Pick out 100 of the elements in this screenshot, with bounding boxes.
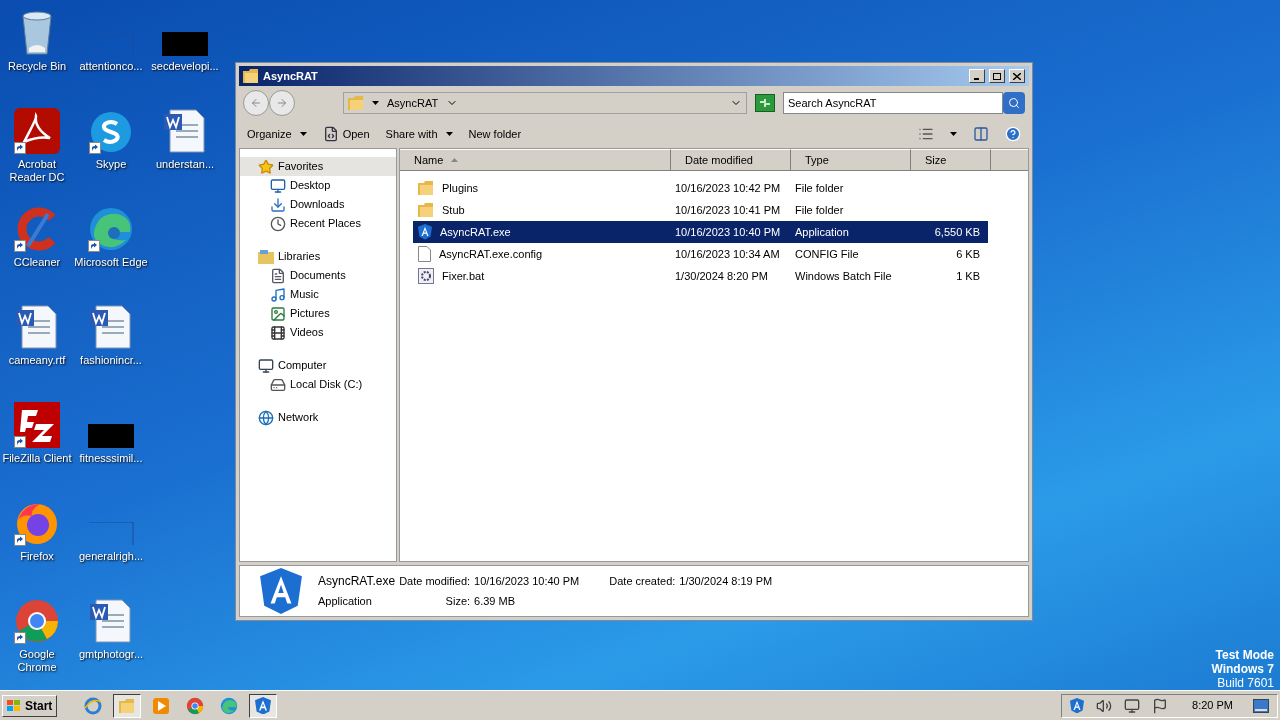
pdf-reader-icon[interactable]	[14, 108, 60, 154]
caret-icon	[299, 132, 307, 136]
file-row[interactable]: Fixer.bat 1/30/2024 8:20 PM Windows Batch File 1 KB	[413, 265, 988, 287]
app-logo-icon	[1070, 697, 1085, 714]
document-icon[interactable]	[162, 108, 208, 154]
nav-item[interactable]: Documents	[240, 266, 396, 285]
open-file-icon	[322, 126, 339, 142]
forward-arrow-icon	[276, 97, 288, 109]
caret-icon[interactable]	[950, 132, 957, 136]
desktop-icon-label[interactable]: Microsoft Edge	[74, 256, 148, 269]
desktop-icon-label[interactable]: understan...	[148, 158, 222, 171]
date-cell-text: 10/16/2023 10:41 PM	[674, 202, 782, 218]
chat-app-icon[interactable]	[89, 110, 133, 154]
column-header[interactable]: Date modified	[671, 149, 791, 171]
clock-icon	[270, 215, 286, 232]
search-button[interactable]	[1003, 92, 1025, 114]
file-row[interactable]: Plugins 10/16/2023 10:42 PM File folder	[413, 177, 988, 199]
details-label: Date modified:	[399, 574, 471, 589]
refresh-button[interactable]	[755, 94, 775, 112]
toolbar-button[interactable]: Organize	[247, 123, 307, 145]
help-icon[interactable]	[1005, 126, 1021, 142]
library-icon	[258, 249, 274, 264]
file-row[interactable]: AsyncRAT.exe 10/16/2023 10:40 PM Application 6,550 KB	[413, 221, 988, 243]
desktop-icon-label[interactable]: CCleaner	[0, 256, 74, 269]
address-bar[interactable]: AsyncRAT	[343, 92, 747, 114]
nav-item[interactable]: Recent Places	[240, 214, 396, 233]
nav-item[interactable]: Network	[240, 408, 396, 427]
desktop-icon-label[interactable]: gmtphotogr...	[74, 648, 148, 661]
taskbar-app-button[interactable]	[249, 693, 278, 718]
app-logo-icon	[260, 568, 302, 614]
document-icon[interactable]	[14, 304, 60, 350]
nav-item[interactable]: Favorites	[240, 157, 396, 176]
gear-file-icon	[418, 268, 434, 284]
nav-item[interactable]: Local Disk (C:)	[240, 375, 396, 394]
shortcut-arrow-icon	[14, 534, 26, 546]
desktop-icon-label[interactable]: Google Chrome	[0, 648, 74, 674]
browser-icon	[186, 696, 205, 715]
file-row[interactable]: Stub 10/16/2023 10:41 PM File folder	[413, 199, 988, 221]
search-field[interactable]: Search AsyncRAT	[783, 92, 1003, 114]
nav-item[interactable]: Downloads	[240, 195, 396, 214]
windows-logo-icon	[7, 699, 21, 712]
flag-icon[interactable]	[1152, 697, 1169, 714]
toolbar-button[interactable]: Share with	[385, 123, 453, 145]
app-logo-icon	[418, 224, 432, 240]
network-icon[interactable]	[1124, 697, 1141, 714]
maximize-button[interactable]	[989, 69, 1005, 83]
document-icon[interactable]	[88, 304, 134, 350]
desktop-icon-label[interactable]: generalrigh...	[74, 550, 148, 563]
shortcut-arrow-icon	[89, 142, 101, 154]
document-icon[interactable]	[88, 598, 134, 644]
column-header[interactable]: Name	[400, 149, 671, 171]
desktop-icon-label[interactable]: cameany.rtf	[0, 354, 74, 367]
media-player-icon	[152, 696, 171, 715]
browser-icon[interactable]	[88, 206, 134, 252]
show-desktop-icon[interactable]	[1253, 698, 1269, 713]
film-icon	[270, 324, 286, 341]
desktop-icon-label[interactable]: Acrobat Reader DC	[0, 158, 74, 184]
close-button[interactable]	[1009, 69, 1025, 83]
nav-item[interactable]: Pictures	[240, 304, 396, 323]
type-cell-text: File folder	[794, 202, 845, 218]
file-row[interactable]: AsyncRAT.exe.config 10/16/2023 10:34 AM CONFIG File 6 KB	[413, 243, 988, 265]
column-header[interactable]: Type	[791, 149, 911, 171]
toolbar-button[interactable]: Open	[322, 123, 370, 145]
nav-item[interactable]: Videos	[240, 323, 396, 342]
desktop-icon-label[interactable]: fitnesssimil...	[74, 452, 148, 465]
desktop-icon-label[interactable]: fashionincr...	[74, 354, 148, 367]
view-options-icon[interactable]	[918, 126, 934, 142]
folder-icon	[119, 698, 136, 713]
nav-item[interactable]: Desktop	[240, 176, 396, 195]
back-arrow-icon	[250, 97, 262, 109]
desktop-icon-label[interactable]: attentionco...	[74, 60, 148, 73]
column-header[interactable]: Size	[911, 149, 991, 171]
caret-icon[interactable]	[372, 101, 379, 105]
desktop-icon-label[interactable]: FileZilla Client	[0, 452, 74, 465]
toolbar-button[interactable]: New folder	[468, 123, 522, 145]
date-cell-text: 10/16/2023 10:34 AM	[674, 246, 781, 262]
document-icon	[270, 267, 286, 284]
taskbar-app-button[interactable]	[113, 693, 142, 718]
desktop-icon-label[interactable]: secdevelopi...	[148, 60, 222, 73]
desktop-icon-label[interactable]: Skype	[74, 158, 148, 171]
nav-item[interactable]: Music	[240, 285, 396, 304]
nav-item[interactable]: Computer	[240, 356, 396, 375]
minimize-button[interactable]	[969, 69, 985, 83]
desktop-icon-label[interactable]: Recycle Bin	[0, 60, 74, 73]
window-title: AsyncRAT	[263, 68, 319, 84]
start-button[interactable]: Start	[2, 694, 58, 717]
os-version-text: Build 7601	[1217, 676, 1274, 690]
ftp-client-icon[interactable]	[14, 402, 60, 448]
file-icon	[418, 246, 431, 262]
app-logo-icon	[255, 696, 272, 715]
breadcrumb[interactable]: AsyncRAT	[387, 94, 439, 112]
date-cell-text: 10/16/2023 10:40 PM	[674, 224, 782, 240]
type-cell-text: Application	[794, 224, 850, 240]
preview-pane-icon[interactable]	[973, 126, 989, 142]
browser-icon	[220, 696, 239, 715]
browser-icon[interactable]	[14, 598, 60, 644]
desktop-icon-label[interactable]: Firefox	[0, 550, 74, 563]
clock[interactable]: 8:20 PM	[1192, 697, 1233, 714]
speaker-icon[interactable]	[1096, 697, 1113, 714]
nav-item[interactable]: Libraries	[240, 247, 396, 266]
